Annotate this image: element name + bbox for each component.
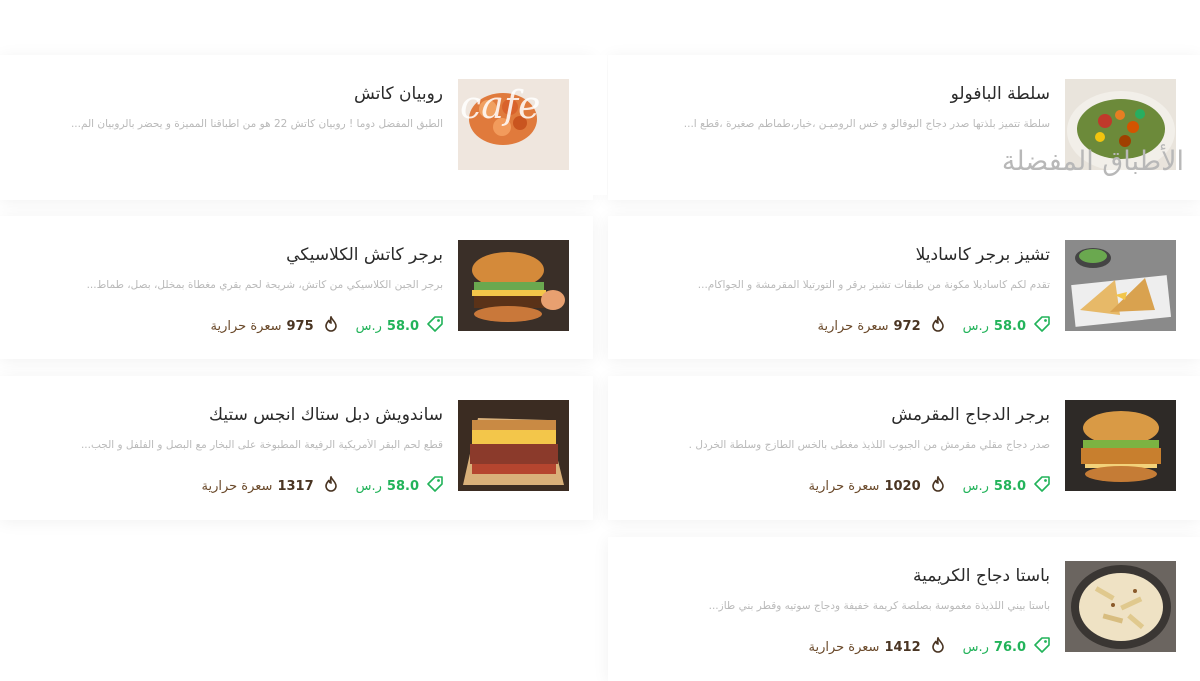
section-heading: الأطباق المفضلة	[1001, 146, 1184, 177]
item-meta: 58.0 ر.س 1020 سعرة حرارية	[808, 474, 1050, 496]
calories-value: 972	[893, 318, 921, 334]
calories: 1317 سعرة حرارية	[201, 474, 338, 496]
menu-item-card[interactable]: سلطة البافولو سلطة تتميز بلذتها صدر دجاج…	[608, 55, 1200, 200]
item-meta: 76.0 ر.س 1412 سعرة حرارية	[808, 635, 1050, 657]
item-description: سلطة تتميز بلذتها صدر دجاج البوفالو و خس…	[683, 118, 1050, 130]
menu-item-card[interactable]: روبيان كاتش الطبق المفضل دوما ! روبيان ك…	[0, 55, 593, 200]
quesadilla-image[interactable]	[1065, 240, 1176, 331]
currency-label: ر.س	[962, 639, 989, 655]
price: 76.0 ر.س	[963, 637, 1050, 657]
item-title[interactable]: برجر كاتش الكلاسيكي	[286, 245, 443, 265]
item-description: تقدم لكم كاساديلا مكونة من طبقات تشيز بر…	[697, 279, 1050, 291]
calories-value: 1412	[884, 639, 921, 655]
calories-unit: سعرة حرارية	[817, 318, 889, 334]
price-value: 58.0	[386, 478, 419, 494]
price-value: 58.0	[993, 478, 1026, 494]
item-description: قطع لحم البقر الأمريكية الرفيعة المطبوخة…	[80, 439, 443, 451]
calories-unit: سعرة حرارية	[808, 639, 880, 655]
currency-label: ر.س	[962, 478, 989, 494]
calories-value: 1020	[884, 478, 921, 494]
price: 58.0 ر.س	[963, 316, 1050, 336]
price: 58.0 ر.س	[356, 316, 443, 336]
item-description: الطبق المفضل دوما ! روبيان كاتش 22 هو من…	[70, 118, 443, 130]
calories-unit: سعرة حرارية	[808, 478, 880, 494]
currency-label: ر.س	[962, 318, 989, 334]
calories: 1020 سعرة حرارية	[808, 474, 945, 496]
price-value: 76.0	[993, 639, 1026, 655]
item-title[interactable]: برجر الدجاج المقرمش	[891, 405, 1050, 425]
price: 58.0 ر.س	[963, 476, 1050, 496]
menu-page: سلطة البافولو سلطة تتميز بلذتها صدر دجاج…	[0, 0, 1200, 681]
menu-item-card[interactable]: برجر كاتش الكلاسيكي برجر الجبن الكلاسيكي…	[0, 216, 593, 359]
pasta-image[interactable]	[1065, 561, 1176, 652]
menu-item-card[interactable]: باستا دجاج الكريمية باستا بيني اللذيذة م…	[608, 537, 1200, 681]
shrimp-image[interactable]	[458, 79, 569, 170]
flame-icon	[931, 474, 945, 496]
menu-item-card[interactable]: تشيز برجر كاساديلا تقدم لكم كاساديلا مكو…	[608, 216, 1200, 359]
price-tag-icon	[427, 476, 443, 496]
calories-unit: سعرة حرارية	[201, 478, 273, 494]
calories-unit: سعرة حرارية	[210, 318, 282, 334]
item-meta: 58.0 ر.س 972 سعرة حرارية	[817, 314, 1050, 336]
price-tag-icon	[427, 316, 443, 336]
item-description: صدر دجاج مقلي مقرمش من الجبوب اللذيذ مغط…	[688, 439, 1050, 451]
burger-image[interactable]	[458, 240, 569, 331]
price-value: 58.0	[386, 318, 419, 334]
flame-icon	[931, 635, 945, 657]
column-divider	[593, 55, 607, 195]
item-description: باستا بيني اللذيذة مغموسة بصلصة كريمة خف…	[708, 600, 1050, 612]
price-value: 58.0	[993, 318, 1026, 334]
item-meta: 58.0 ر.س 1317 سعرة حرارية	[201, 474, 443, 496]
steak-sandwich-image[interactable]	[458, 400, 569, 491]
currency-label: ر.س	[355, 478, 382, 494]
calories-value: 975	[286, 318, 314, 334]
item-title[interactable]: سلطة البافولو	[951, 84, 1050, 104]
item-title[interactable]: روبيان كاتش	[354, 84, 443, 104]
price-tag-icon	[1034, 476, 1050, 496]
price-tag-icon	[1034, 316, 1050, 336]
calories: 972 سعرة حرارية	[817, 314, 945, 336]
item-description: برجر الجبن الكلاسيكي من كاتش، شريحة لحم …	[86, 279, 443, 291]
calories: 975 سعرة حرارية	[210, 314, 338, 336]
price-tag-icon	[1034, 637, 1050, 657]
menu-item-card[interactable]: برجر الدجاج المقرمش صدر دجاج مقلي مقرمش …	[608, 376, 1200, 520]
chicken-burger-image[interactable]	[1065, 400, 1176, 491]
item-meta: 58.0 ر.س 975 سعرة حرارية	[210, 314, 443, 336]
calories-value: 1317	[277, 478, 314, 494]
item-title[interactable]: تشيز برجر كاساديلا	[916, 245, 1050, 265]
calories: 1412 سعرة حرارية	[808, 635, 945, 657]
menu-item-card[interactable]: ساندويش دبل ستاك انجس ستيك قطع لحم البقر…	[0, 376, 593, 520]
item-title[interactable]: باستا دجاج الكريمية	[913, 566, 1050, 586]
currency-label: ر.س	[355, 318, 382, 334]
flame-icon	[931, 314, 945, 336]
flame-icon	[324, 474, 338, 496]
price: 58.0 ر.س	[356, 476, 443, 496]
flame-icon	[324, 314, 338, 336]
item-title[interactable]: ساندويش دبل ستاك انجس ستيك	[209, 405, 443, 425]
